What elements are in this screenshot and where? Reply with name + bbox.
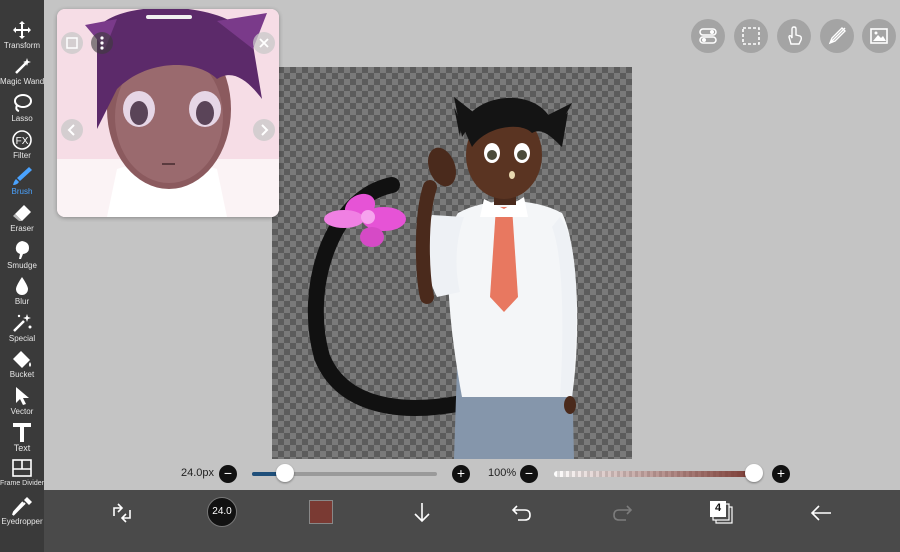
minus-icon: −: [223, 465, 233, 481]
tool-label: Vector: [10, 407, 34, 416]
opacity-decrease-button[interactable]: −: [520, 465, 538, 483]
current-color-swatch[interactable]: [309, 500, 333, 524]
tool-smudge[interactable]: Smudge: [0, 238, 44, 274]
rotate-arrows-icon: [113, 503, 131, 523]
tool-label: Lasso: [11, 114, 33, 123]
chevron-left-icon: [67, 124, 75, 136]
tool-magic-wand[interactable]: Magic Wand: [0, 54, 44, 90]
ruler-button[interactable]: [820, 19, 854, 53]
eyedropper-icon: [12, 497, 32, 516]
lasso-icon: [14, 94, 32, 112]
tool-label: Eraser: [10, 224, 34, 233]
image-button[interactable]: [862, 19, 896, 53]
undo-button[interactable]: [510, 502, 534, 546]
sparkle-icon: [13, 314, 32, 332]
tool-label: Filter: [13, 151, 31, 160]
tool-text[interactable]: Text: [0, 420, 44, 456]
move-arrows-icon: [13, 21, 31, 39]
opacity-slider-knob[interactable]: [745, 464, 763, 482]
tool-label: Special: [8, 334, 36, 343]
bucket-icon: [13, 351, 31, 368]
brush-size-value: 24.0px: [181, 467, 215, 479]
drop-icon: [16, 277, 28, 295]
selection-icon: [742, 27, 760, 45]
ruler-pen-icon: [828, 27, 846, 45]
brush-preview-button[interactable]: 24.0: [207, 497, 237, 527]
minus-icon: −: [524, 465, 534, 481]
layer-toggle-button[interactable]: [691, 19, 725, 53]
tool-label: Transform: [3, 41, 41, 50]
tool-label: Text: [13, 443, 31, 453]
arrow-left-icon: [810, 505, 831, 521]
tool-label: Brush: [11, 187, 33, 196]
quick-menu-button[interactable]: [108, 500, 136, 544]
tool-filter[interactable]: FX Filter: [0, 128, 44, 164]
more-dots-icon: [100, 36, 104, 50]
touch-button[interactable]: [777, 19, 811, 53]
text-t-icon: [13, 423, 31, 442]
tool-label: Blur: [14, 297, 30, 306]
tool-transform[interactable]: Transform: [0, 18, 44, 54]
brush-size-increase-button[interactable]: +: [452, 465, 470, 483]
undo-icon: [511, 505, 531, 521]
cursor-icon: [16, 387, 29, 405]
brush-size-slider[interactable]: [252, 464, 437, 482]
magic-wand-icon: [15, 58, 31, 74]
square-icon: [66, 37, 78, 49]
tool-sidebar: Transform Magic Wand Lasso FX Filter Bru…: [0, 0, 44, 552]
image-icon: [870, 28, 888, 44]
drawing-canvas[interactable]: [272, 67, 632, 459]
reference-expand-button[interactable]: [61, 32, 83, 54]
tool-frame-divider[interactable]: Frame Divider: [0, 456, 44, 492]
close-icon: [259, 38, 269, 48]
brush-preview-size: 24.0: [212, 506, 232, 517]
brush-icon: [13, 167, 32, 185]
tool-vector[interactable]: Vector: [0, 384, 44, 420]
redo-button[interactable]: [610, 502, 634, 546]
move-down-button[interactable]: [410, 500, 434, 544]
tool-bucket[interactable]: Bucket: [0, 347, 44, 383]
eraser-icon: [13, 205, 31, 221]
reference-more-button[interactable]: [91, 32, 113, 54]
fx-icon: FX: [12, 130, 32, 150]
tool-eraser[interactable]: Eraser: [0, 201, 44, 237]
opacity-slider[interactable]: [554, 464, 763, 482]
reference-window[interactable]: [57, 9, 279, 217]
brush-size-decrease-button[interactable]: −: [219, 465, 237, 483]
tool-eyedropper[interactable]: Eyedropper: [0, 494, 44, 530]
reference-prev-button[interactable]: [61, 119, 83, 141]
opacity-increase-button[interactable]: +: [772, 465, 790, 483]
tool-label: Smudge: [7, 261, 37, 270]
svg-text:FX: FX: [16, 136, 29, 147]
tool-label: Frame Divider: [0, 480, 44, 487]
tool-label: Bucket: [9, 370, 35, 379]
plus-icon: +: [456, 465, 466, 481]
tool-blur[interactable]: Blur: [0, 274, 44, 310]
chevron-right-icon: [261, 124, 269, 136]
layers-button[interactable]: 4: [709, 500, 735, 544]
tool-label: Magic Wand: [0, 77, 45, 86]
selection-button[interactable]: [734, 19, 768, 53]
touch-hand-icon: [788, 26, 803, 45]
artwork: [307, 97, 578, 459]
back-button[interactable]: [809, 502, 833, 546]
reference-drag-handle[interactable]: [146, 15, 192, 19]
tool-label: Eyedropper: [1, 517, 43, 526]
tool-brush[interactable]: Brush: [0, 164, 44, 200]
frame-divider-icon: [12, 459, 32, 477]
tool-lasso[interactable]: Lasso: [0, 91, 44, 127]
reference-close-button[interactable]: [253, 32, 275, 54]
redo-icon: [613, 505, 633, 521]
reference-next-button[interactable]: [253, 119, 275, 141]
brush-size-slider-knob[interactable]: [276, 464, 295, 482]
layers-count: 4: [714, 502, 722, 514]
plus-icon: +: [776, 465, 786, 481]
opacity-value: 100%: [488, 467, 517, 479]
layer-toggle-icon: [699, 28, 717, 44]
bottom-bar: 24.0 4: [44, 490, 900, 552]
smudge-icon: [15, 241, 29, 259]
tool-special[interactable]: Special: [0, 311, 44, 347]
arrow-down-icon: [414, 503, 430, 523]
